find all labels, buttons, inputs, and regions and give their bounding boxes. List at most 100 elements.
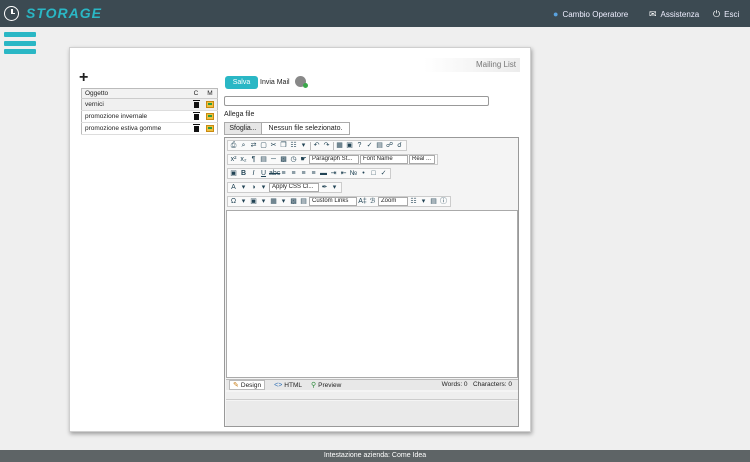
insert-media-icon[interactable]: ▦ xyxy=(269,197,278,206)
mail-edit-icon[interactable] xyxy=(206,125,214,132)
paste-options-icon[interactable]: ▾ xyxy=(299,141,308,150)
zoom-dropdown[interactable]: Zoom xyxy=(378,197,408,206)
table-icon[interactable]: ▦ xyxy=(335,141,344,150)
apply-css-class-dropdown[interactable]: Apply CSS Cl... xyxy=(269,183,319,192)
tab-design-label: Design xyxy=(240,381,262,389)
spell-aa-icon[interactable]: A‡ xyxy=(358,197,367,206)
assistenza-link[interactable]: ✉ Assistenza xyxy=(649,9,699,20)
image-manager-icon[interactable]: ▤ xyxy=(299,197,308,206)
template-icon[interactable]: ▩ xyxy=(289,197,298,206)
align-right-icon[interactable]: ≡ xyxy=(299,169,308,178)
insert-media-dropdown-icon[interactable]: ▾ xyxy=(279,197,288,206)
module-dropdown-icon[interactable]: ▾ xyxy=(419,197,428,206)
insert-block-icon[interactable]: ▤ xyxy=(259,155,268,164)
file-picker[interactable]: Sfoglia... Nessun file selezionato. xyxy=(224,122,350,135)
trash-icon[interactable] xyxy=(192,123,200,132)
mailing-list-table: Oggetto C M vernici promozione invernale… xyxy=(81,88,218,135)
font-color-icon[interactable]: A xyxy=(229,183,238,192)
help-icon[interactable]: ? xyxy=(355,141,364,150)
redo-icon[interactable]: ↷ xyxy=(322,141,331,150)
find-icon[interactable]: ⌕ xyxy=(239,141,248,150)
format-stripper-icon[interactable]: ☛ xyxy=(299,155,308,164)
paragraph-style-dropdown[interactable]: Paragraph St... xyxy=(309,155,359,164)
real-font-size-dropdown[interactable]: Real ... xyxy=(409,155,435,164)
horizontal-rule-icon[interactable]: ─ xyxy=(269,155,278,164)
row-name[interactable]: promozione estiva gomme xyxy=(81,122,189,135)
menu-toggle-button[interactable] xyxy=(4,32,36,58)
insert-form-dropdown-icon[interactable]: ▾ xyxy=(259,197,268,206)
cambio-operatore-label: Cambio Operatore xyxy=(562,9,629,19)
toggle-borders-icon[interactable]: □ xyxy=(369,169,378,178)
hamburger-bar xyxy=(4,49,36,54)
replace-icon[interactable]: ⇄ xyxy=(249,141,258,150)
save-icon[interactable]: ▤ xyxy=(429,197,438,206)
copy-icon[interactable]: ❐ xyxy=(279,141,288,150)
background-color-dropdown-icon[interactable]: ▾ xyxy=(259,183,268,192)
trash-icon[interactable] xyxy=(192,111,200,120)
font-name-dropdown[interactable]: Font Name xyxy=(360,155,408,164)
trash-icon[interactable] xyxy=(192,99,200,108)
bulleted-list-icon[interactable]: • xyxy=(359,169,368,178)
image-icon[interactable]: ▣ xyxy=(345,141,354,150)
align-center-icon[interactable]: ≡ xyxy=(289,169,298,178)
format-aa-icon[interactable]: ℬ xyxy=(368,197,377,206)
symbol-icon[interactable]: Ω xyxy=(229,197,238,206)
symbol-dropdown-icon[interactable]: ▾ xyxy=(239,197,248,206)
undo-icon[interactable]: ↶ xyxy=(312,141,321,150)
link-icon[interactable]: ☍ xyxy=(385,141,394,150)
italic-icon[interactable]: I xyxy=(249,169,258,178)
invia-mail-label[interactable]: Invia Mail xyxy=(260,79,290,86)
tab-preview[interactable]: ⚲ Preview xyxy=(311,381,341,390)
sfoglia-button[interactable]: Sfoglia... xyxy=(224,122,262,135)
select-all-icon[interactable]: ▢ xyxy=(259,141,268,150)
about-icon[interactable]: ⓘ xyxy=(439,197,448,206)
insert-form-icon[interactable]: ▣ xyxy=(249,197,258,206)
document-icon[interactable]: ▤ xyxy=(375,141,384,150)
justify-icon[interactable]: ≡ xyxy=(309,169,318,178)
salva-button[interactable]: Salva xyxy=(225,76,258,89)
strikethrough-icon[interactable]: abc xyxy=(269,169,280,178)
esci-label: Esci xyxy=(724,10,740,19)
subscript-icon[interactable]: x₂ xyxy=(239,155,248,164)
mail-edit-icon[interactable] xyxy=(206,101,214,108)
row-name[interactable]: promozione invernale xyxy=(81,110,189,123)
paragraph-icon[interactable]: ¶ xyxy=(249,155,258,164)
highlight-dropdown-icon[interactable]: ▾ xyxy=(330,183,339,192)
unlink-icon[interactable]: ☌ xyxy=(395,141,404,150)
bold-icon[interactable]: B xyxy=(239,169,248,178)
settings-add-icon[interactable] xyxy=(295,76,308,88)
mail-edit-icon[interactable] xyxy=(206,113,214,120)
justify-full-icon[interactable]: ▬ xyxy=(319,169,328,178)
module-manager-icon[interactable]: ☷ xyxy=(409,197,418,206)
tab-html[interactable]: <> HTML xyxy=(274,382,302,389)
row-name[interactable]: vernici xyxy=(81,98,189,111)
content-editable-area[interactable] xyxy=(226,210,518,378)
paste-icon[interactable]: ☷ xyxy=(289,141,298,150)
esci-link[interactable]: ⏻ Esci xyxy=(713,9,739,20)
background-color-icon[interactable]: ◑ xyxy=(249,183,258,192)
superscript-icon[interactable]: x² xyxy=(229,155,238,164)
highlight-icon[interactable]: ✒ xyxy=(320,183,329,192)
spell-check-icon[interactable]: ✓ xyxy=(365,141,374,150)
underline-icon[interactable]: U xyxy=(259,169,268,178)
table-row[interactable]: promozione invernale xyxy=(81,110,218,123)
app-logo[interactable]: STORAGE xyxy=(4,5,102,21)
subject-input[interactable] xyxy=(224,96,489,106)
tab-design[interactable]: ✎ Design xyxy=(229,380,266,390)
format-painter-icon[interactable]: ✓ xyxy=(379,169,388,178)
table-row[interactable]: vernici xyxy=(81,98,218,111)
align-left-icon[interactable]: ≡ xyxy=(279,169,288,178)
cut-icon[interactable]: ✂ xyxy=(269,141,278,150)
format-icon[interactable]: ▣ xyxy=(229,169,238,178)
indent-icon[interactable]: ⇥ xyxy=(329,169,338,178)
outdent-icon[interactable]: ⇤ xyxy=(339,169,348,178)
insert-date-icon[interactable]: ▩ xyxy=(279,155,288,164)
add-icon[interactable]: + xyxy=(79,70,88,86)
custom-links-dropdown[interactable]: Custom Links xyxy=(309,197,357,206)
table-row[interactable]: promozione estiva gomme xyxy=(81,122,218,135)
insert-time-icon[interactable]: ◷ xyxy=(289,155,298,164)
print-icon[interactable]: ⎙ xyxy=(229,141,238,150)
font-color-dropdown-icon[interactable]: ▾ xyxy=(239,183,248,192)
cambio-operatore-link[interactable]: ● Cambio Operatore xyxy=(553,9,628,19)
numbered-list-icon[interactable]: № xyxy=(349,169,358,178)
